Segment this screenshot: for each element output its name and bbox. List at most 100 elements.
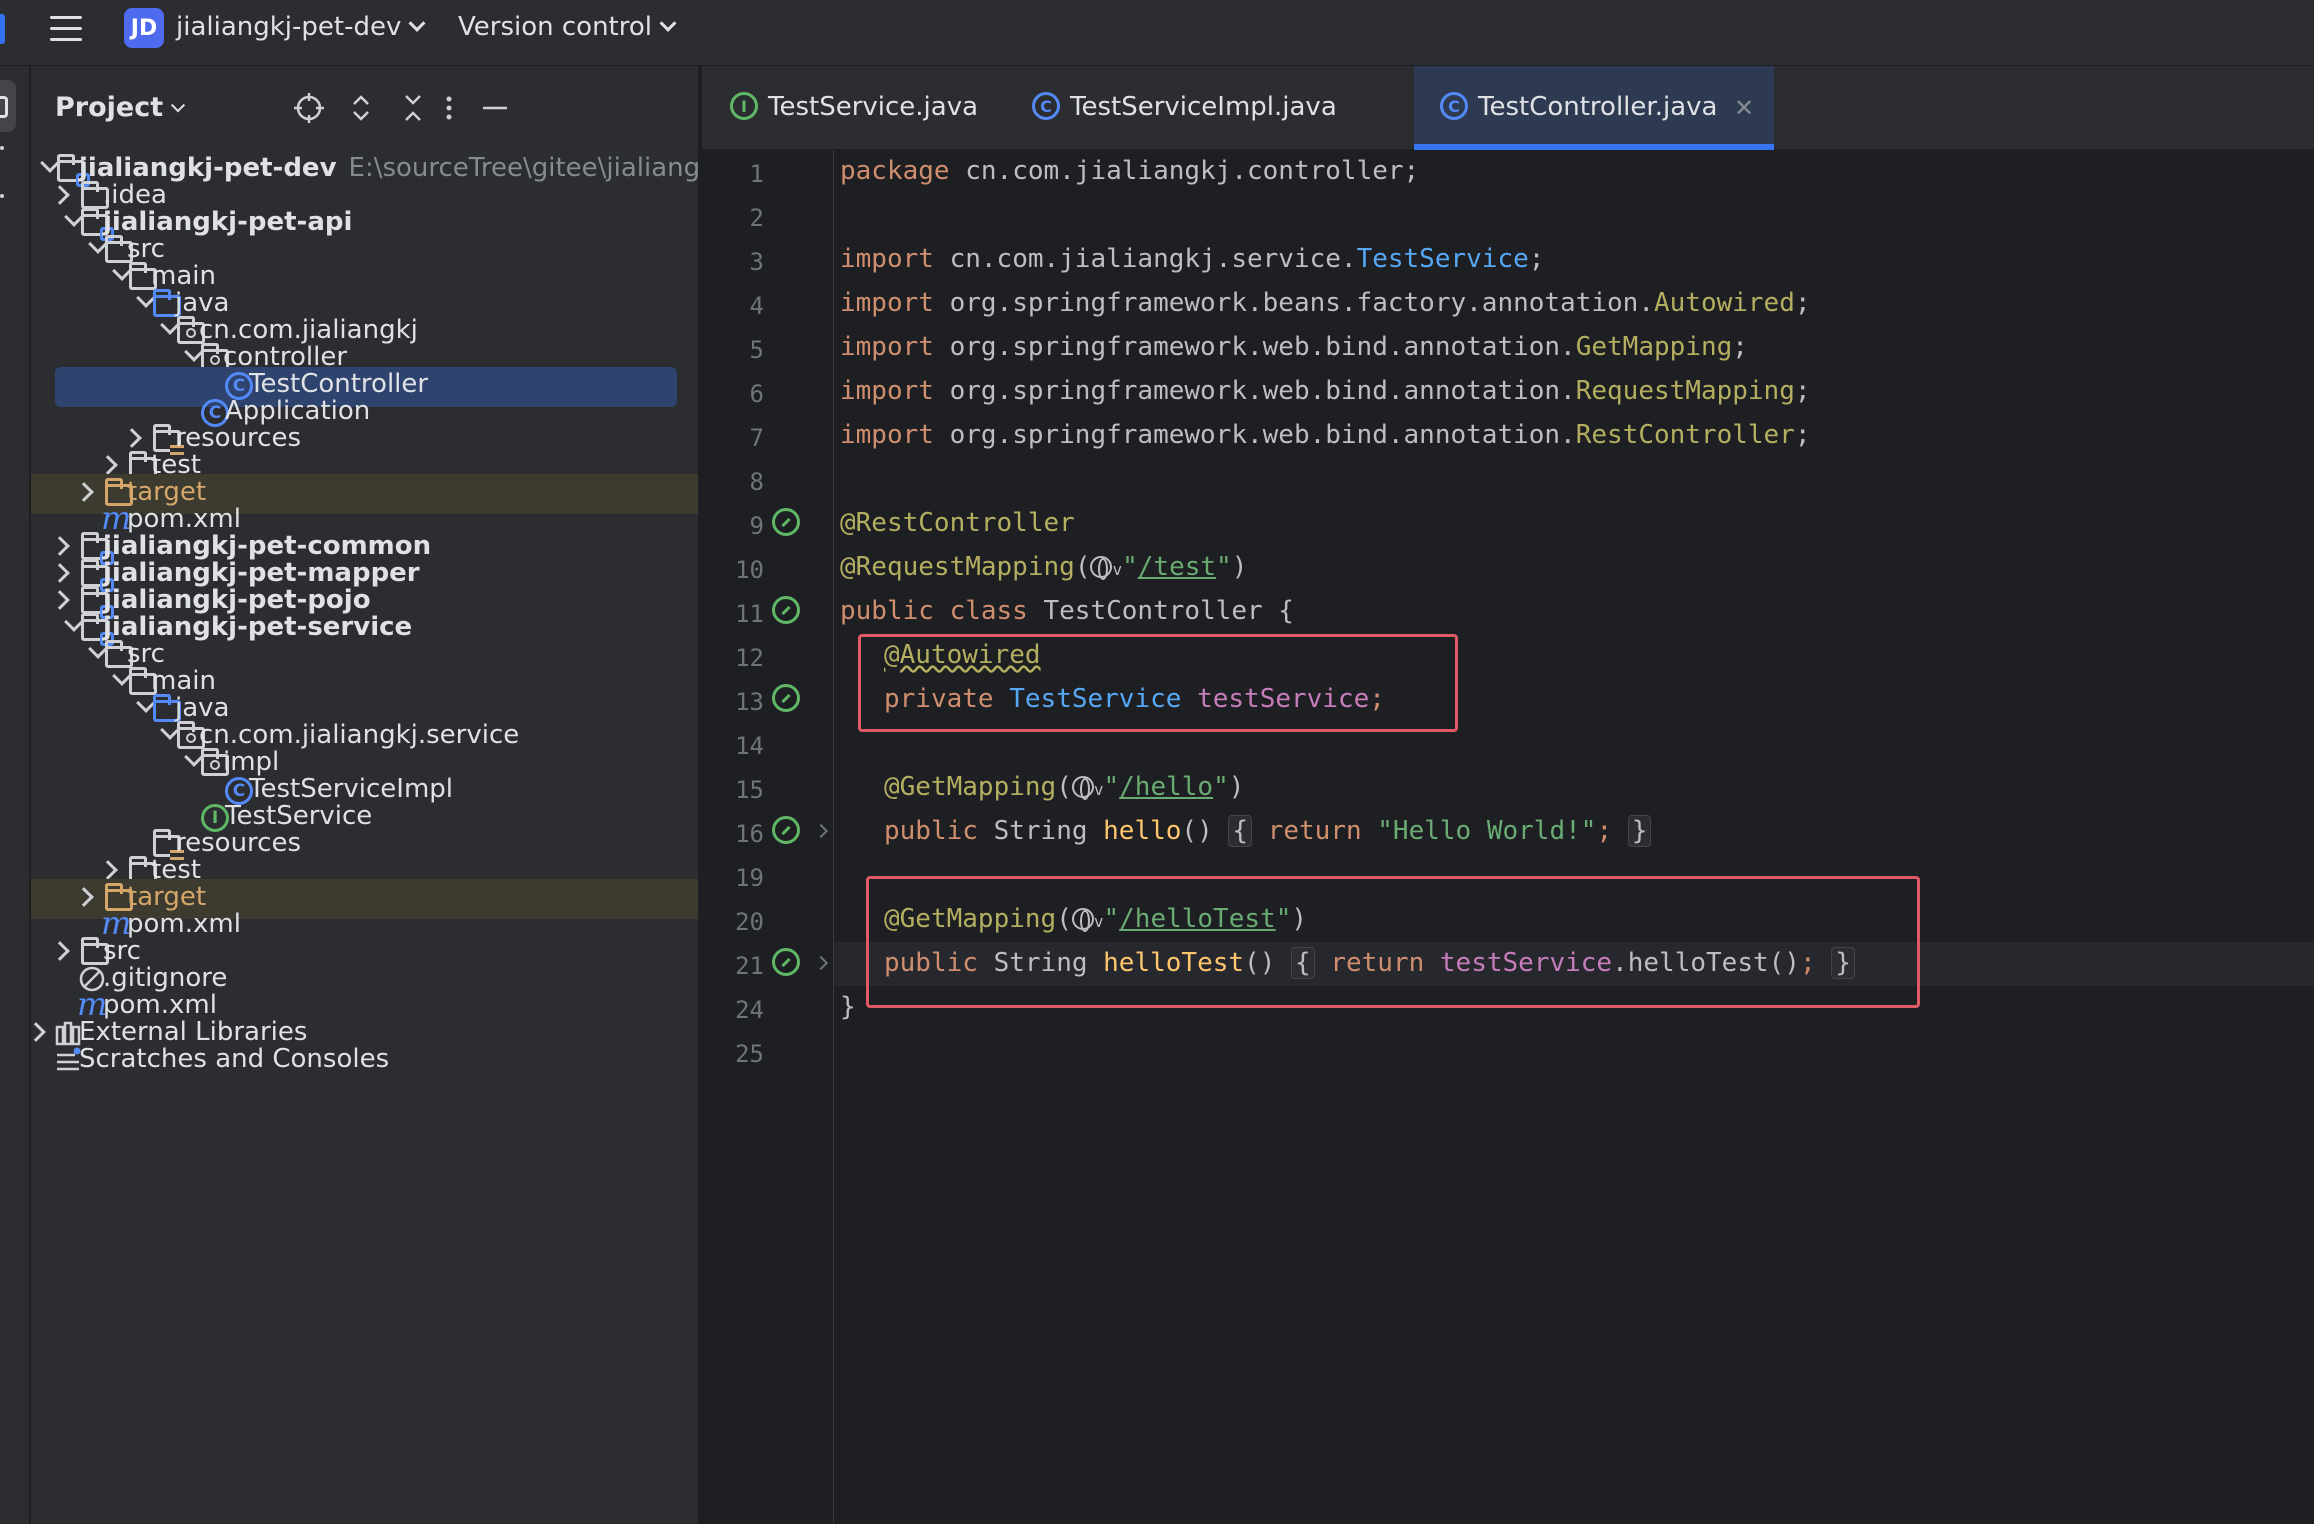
project-panel: Project jialiangkj-pet-dev E:\sourceTree\… bbox=[31, 66, 700, 1524]
line-number: 7 bbox=[749, 424, 764, 452]
request-mapping-gutter-icon[interactable] bbox=[772, 948, 800, 976]
highlight-box-hellotest bbox=[866, 876, 1920, 1008]
tab-label: TestController.java bbox=[1478, 92, 1718, 122]
version-control-menu[interactable]: Version control bbox=[458, 12, 677, 42]
fold-expand-icon[interactable] bbox=[813, 955, 829, 971]
fold-expand-icon[interactable] bbox=[813, 823, 829, 839]
code-keyword: import bbox=[840, 332, 934, 362]
hide-panel-icon[interactable] bbox=[477, 90, 513, 126]
tool-window-strip bbox=[0, 66, 30, 1524]
close-icon[interactable]: ✕ bbox=[1734, 94, 1754, 122]
line-number: 1 bbox=[749, 160, 764, 188]
code-text: ; bbox=[1794, 420, 1811, 450]
code-string: " bbox=[1216, 552, 1232, 582]
tab-testservice[interactable]: I TestService.java bbox=[702, 66, 978, 150]
line-number: 20 bbox=[735, 908, 764, 936]
strip-marker bbox=[0, 194, 4, 198]
code-string: " bbox=[1213, 772, 1229, 802]
collapse-all-icon[interactable] bbox=[395, 90, 431, 126]
chevron-right-icon[interactable] bbox=[50, 941, 70, 961]
chevron-right-icon[interactable] bbox=[50, 185, 70, 205]
code-text: ) bbox=[1228, 772, 1245, 802]
folded-code-brace[interactable]: { bbox=[1228, 815, 1253, 847]
code-line: import org.springframework.web.bind.anno… bbox=[840, 332, 1748, 362]
tab-label: TestServiceImpl.java bbox=[1070, 92, 1337, 122]
locate-icon[interactable] bbox=[291, 90, 327, 126]
chevron-right-icon[interactable] bbox=[98, 455, 118, 475]
chevron-right-icon[interactable] bbox=[74, 482, 94, 502]
code-line: @GetMapping(v"/hello") bbox=[884, 772, 1244, 802]
code-text: cn.com.jialiangkj.controller; bbox=[949, 156, 1420, 186]
chevron-right-icon[interactable] bbox=[31, 1022, 46, 1042]
code-text: org.springframework.web.bind.annotation. bbox=[933, 420, 1576, 450]
code-line: import org.springframework.web.bind.anno… bbox=[840, 420, 1811, 450]
code-keyword: public class bbox=[840, 596, 1028, 626]
tab-testcontroller[interactable]: C TestController.java ✕ bbox=[1414, 66, 1774, 150]
code-keyword: return bbox=[1252, 816, 1362, 846]
code-keyword: import bbox=[840, 288, 934, 318]
spring-bean-gutter-icon[interactable] bbox=[772, 596, 800, 624]
tree-label: Scratches and Consoles bbox=[79, 1044, 390, 1074]
chevron-down-icon bbox=[171, 98, 186, 113]
line-number: 9 bbox=[749, 512, 764, 540]
code-line: import cn.com.jialiangkj.service.TestSer… bbox=[840, 244, 1544, 274]
code-line: @RestController bbox=[840, 508, 1075, 538]
class-icon: C bbox=[1440, 92, 1468, 120]
line-number: 12 bbox=[735, 644, 764, 672]
code-text: ; bbox=[1794, 288, 1811, 318]
main-menu-icon[interactable] bbox=[44, 8, 88, 52]
code-line: package cn.com.jialiangkj.controller; bbox=[840, 156, 1419, 186]
code-annotation: @RequestMapping bbox=[840, 552, 1075, 582]
code-keyword: import bbox=[840, 420, 934, 450]
globe-icon[interactable] bbox=[1090, 556, 1113, 580]
code-class: RequestMapping bbox=[1575, 376, 1795, 406]
globe-icon[interactable] bbox=[1071, 776, 1094, 800]
code-line: } bbox=[840, 992, 856, 1022]
line-number: 21 bbox=[735, 952, 764, 980]
chevron-right-icon[interactable] bbox=[50, 590, 70, 610]
request-mapping-gutter-icon[interactable] bbox=[772, 816, 800, 844]
expand-all-icon[interactable] bbox=[343, 90, 379, 126]
spring-bean-gutter-icon[interactable] bbox=[772, 508, 800, 536]
tab-label: TestService.java bbox=[768, 92, 979, 122]
gutter-divider bbox=[833, 150, 834, 1524]
options-icon[interactable] bbox=[431, 90, 467, 126]
line-number: 24 bbox=[735, 996, 764, 1024]
tree-row[interactable]: Scratches and Consoles bbox=[31, 1041, 698, 1081]
tab-testserviceimpl[interactable]: C TestServiceImpl.java bbox=[1032, 66, 1337, 150]
code-text: ) bbox=[1231, 552, 1248, 582]
code-string: " bbox=[1103, 772, 1120, 802]
code-class: TestService bbox=[1356, 244, 1529, 274]
chevron-right-icon[interactable] bbox=[74, 887, 94, 907]
chevron-down-icon bbox=[408, 14, 426, 32]
chevron-right-icon[interactable] bbox=[122, 428, 142, 448]
chevron-right-icon[interactable] bbox=[50, 563, 70, 583]
project-panel-title[interactable]: Project bbox=[55, 92, 186, 123]
chevron-right-icon[interactable] bbox=[98, 860, 118, 880]
code-text: ; bbox=[1528, 244, 1545, 274]
project-tool-button[interactable] bbox=[0, 80, 16, 132]
code-text: org.springframework.web.bind.annotation. bbox=[933, 376, 1576, 406]
line-number: 11 bbox=[735, 600, 764, 628]
code-keyword: import bbox=[840, 376, 934, 406]
project-switcher[interactable]: jialiangkj-pet-dev bbox=[176, 12, 426, 42]
line-number: 15 bbox=[735, 776, 764, 804]
code-line: import org.springframework.web.bind.anno… bbox=[840, 376, 1811, 406]
line-number: 5 bbox=[749, 336, 764, 364]
code-url[interactable]: /test bbox=[1138, 552, 1216, 582]
chevron-right-icon[interactable] bbox=[50, 536, 70, 556]
code-text: { bbox=[1262, 596, 1294, 626]
code-line: public class TestController { bbox=[840, 596, 1294, 626]
autowired-navigation-icon[interactable] bbox=[772, 684, 800, 712]
code-method: hello bbox=[1087, 816, 1182, 846]
folder-icon bbox=[0, 96, 8, 118]
folded-code-brace[interactable]: } bbox=[1627, 815, 1652, 847]
code-keyword: package bbox=[840, 156, 950, 186]
line-number: 6 bbox=[749, 380, 764, 408]
code-line: @RequestMapping(v"/test") bbox=[840, 552, 1247, 582]
line-number: 4 bbox=[749, 292, 764, 320]
project-badge[interactable]: JD bbox=[124, 8, 164, 48]
main-toolbar: JD jialiangkj-pet-dev Version control bbox=[0, 0, 2314, 66]
code-url[interactable]: /hello bbox=[1119, 772, 1213, 802]
code-editor[interactable]: 1 2 3 4 5 6 7 8 9 10 11 12 13 14 15 16 1… bbox=[702, 150, 2314, 1524]
